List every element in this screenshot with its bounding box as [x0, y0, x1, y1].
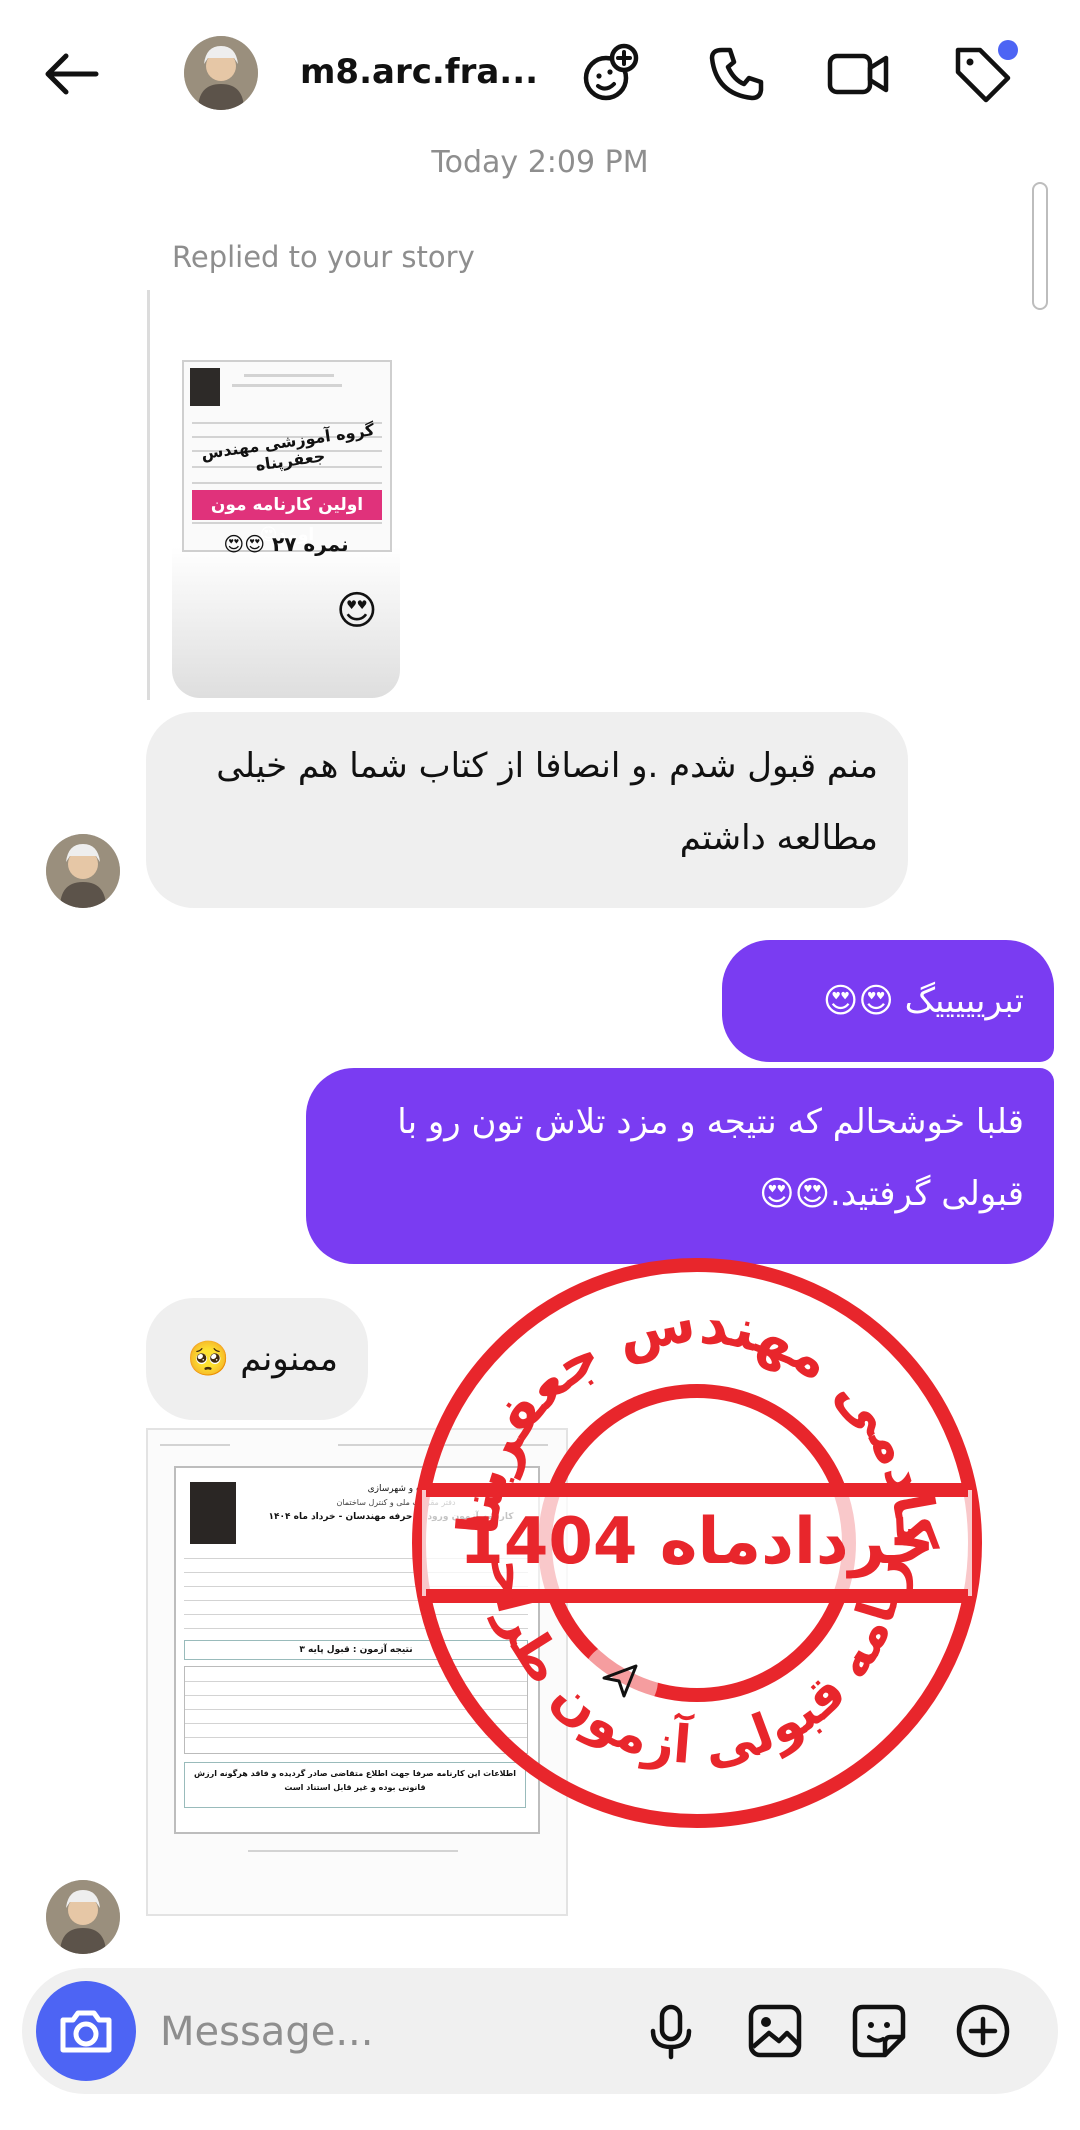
chat-username[interactable]: m8.arc.fra...	[300, 52, 538, 92]
stamp-center-text: خردادماه 1404	[459, 1505, 934, 1579]
watermark-stamp: آکادمی مهندس جعفرپناه کارنامه قبولی آزمو…	[386, 1204, 982, 1828]
document-photo	[190, 1482, 236, 1544]
message-received[interactable]: ممنونم 🥺	[146, 1298, 368, 1420]
scrollbar[interactable]	[1032, 182, 1048, 310]
message-sent[interactable]: قلبا خوشحالم که نتیجه و مزد تلاش تون رو …	[306, 1068, 1054, 1264]
story-reaction: 😍	[336, 588, 378, 634]
reply-label: Replied to your story	[172, 240, 475, 274]
sticker-icon[interactable]	[844, 1996, 914, 2066]
story-group-text: گروه آموزشی مهندس جعفرپناه	[199, 420, 376, 475]
sender-avatar[interactable]	[46, 1880, 120, 1954]
message-composer	[22, 1968, 1058, 2094]
effects-icon[interactable]	[574, 38, 646, 110]
camera-icon	[60, 2010, 112, 2053]
share-button[interactable]	[582, 1642, 658, 1718]
avatar[interactable]	[184, 36, 258, 110]
send-icon	[602, 1664, 638, 1698]
sender-avatar[interactable]	[46, 834, 120, 908]
microphone-icon[interactable]	[636, 1996, 706, 2066]
add-icon[interactable]	[948, 1996, 1018, 2066]
reply-line	[147, 290, 150, 700]
message-input[interactable]	[158, 1996, 602, 2068]
story-card[interactable]: گروه آموزشی مهندس جعفرپناه اولین کارنامه…	[172, 320, 400, 698]
story-banner: اولین کارنامه مون اومد😍	[192, 490, 382, 545]
photo-thumbnail	[190, 368, 220, 406]
message-sent[interactable]: تبریییییگ 😍😍	[722, 940, 1054, 1062]
phone-icon[interactable]	[700, 38, 772, 110]
camera-button[interactable]	[36, 1981, 136, 2081]
notification-badge	[998, 40, 1018, 60]
gallery-icon[interactable]	[740, 1996, 810, 2066]
story-document-thumbnail: گروه آموزشی مهندس جعفرپناه اولین کارنامه…	[182, 360, 392, 552]
message-received[interactable]: منم قبول شدم .و انصافا از کتاب شما هم خی…	[146, 712, 908, 908]
timestamp: Today 2:09 PM	[431, 145, 649, 180]
chat-header: m8.arc.fra...	[0, 0, 1080, 150]
video-icon[interactable]	[822, 38, 894, 110]
story-score: نمره ۲۷ 😍😍	[223, 532, 349, 556]
back-arrow-icon[interactable]	[36, 38, 108, 110]
